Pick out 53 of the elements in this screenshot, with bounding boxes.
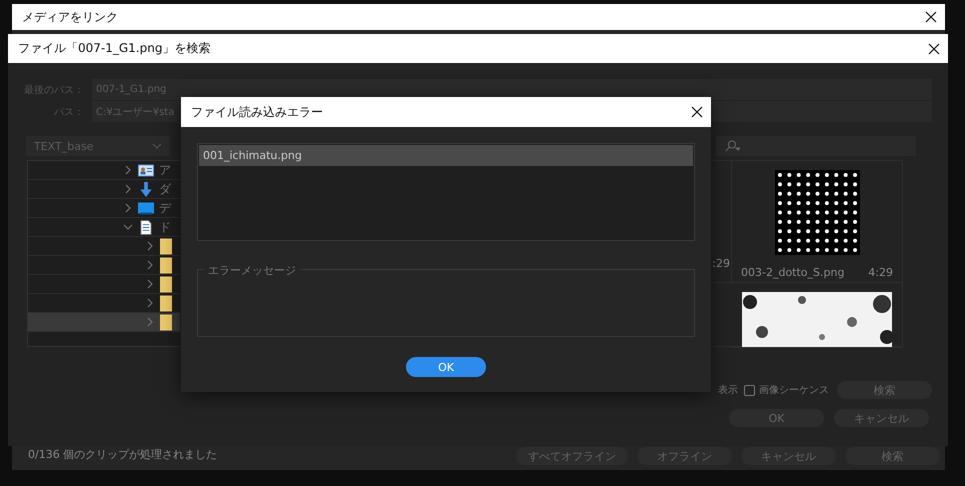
duration: 4:29 bbox=[868, 266, 893, 279]
dialog-button[interactable]: キャンセル bbox=[741, 447, 836, 465]
chevron-right-icon[interactable] bbox=[145, 260, 155, 270]
folder-icon bbox=[160, 238, 172, 254]
group-label: エラーメッセージ bbox=[204, 263, 300, 278]
status-text: 0/136 個のクリップが処理されました bbox=[28, 447, 218, 462]
dialog-title: ファイル読み込みエラー bbox=[191, 104, 324, 120]
tree-item[interactable]: ダ bbox=[28, 180, 180, 199]
checkbox[interactable] bbox=[744, 384, 755, 396]
folder-icon bbox=[160, 314, 172, 330]
dialog-button[interactable]: 検索 bbox=[845, 447, 940, 465]
file-name: 003-2_dotto_S.png bbox=[741, 266, 844, 279]
chevron-right-icon[interactable] bbox=[145, 279, 155, 289]
tree-item[interactable]: ド bbox=[28, 218, 180, 237]
folder-icon bbox=[160, 256, 172, 274]
dialog-button[interactable]: すべてオフライン bbox=[516, 447, 628, 465]
search-icon bbox=[724, 140, 740, 152]
download-arrow-icon bbox=[138, 182, 154, 196]
thumbnail-card[interactable]: 003-2_dotto_S.png 4:29 bbox=[732, 161, 903, 283]
chevron-down-icon[interactable] bbox=[123, 222, 133, 232]
chevron-right-icon[interactable] bbox=[145, 317, 155, 327]
chevron-right-icon[interactable] bbox=[123, 165, 133, 175]
folder-icon bbox=[160, 276, 172, 292]
tree-item[interactable] bbox=[28, 237, 180, 256]
contact-card-icon bbox=[138, 162, 154, 178]
chevron-right-icon[interactable] bbox=[145, 298, 155, 308]
checkbox-label: 表示 bbox=[718, 384, 738, 397]
file-list-item[interactable]: 001_ichimatu.png bbox=[199, 145, 693, 166]
dialog-button[interactable]: オフライン bbox=[637, 447, 732, 465]
duration: :29 bbox=[712, 257, 730, 270]
search-button[interactable]: 検索 bbox=[837, 381, 932, 399]
close-icon[interactable] bbox=[925, 11, 937, 23]
checkbox-label: 画像シーケンス bbox=[759, 384, 829, 397]
tree-item[interactable] bbox=[28, 275, 180, 294]
tree-item[interactable]: ア bbox=[28, 161, 180, 180]
close-icon[interactable] bbox=[928, 42, 940, 54]
window-title: ファイル「007-1_G1.png」を検索 bbox=[18, 40, 212, 57]
folder-icon bbox=[160, 294, 172, 312]
chevron-right-icon[interactable] bbox=[123, 203, 133, 213]
ok-button[interactable]: OK bbox=[406, 357, 486, 377]
cancel-button[interactable]: キャンセル bbox=[834, 409, 929, 427]
document-icon bbox=[138, 220, 154, 234]
tree-item[interactable] bbox=[28, 256, 180, 275]
ok-button[interactable]: OK bbox=[729, 409, 824, 427]
tree-item[interactable] bbox=[28, 313, 180, 332]
chevron-right-icon[interactable] bbox=[145, 241, 155, 251]
search-field[interactable] bbox=[716, 136, 916, 156]
close-icon[interactable] bbox=[691, 106, 703, 118]
chevron-right-icon[interactable] bbox=[123, 184, 133, 194]
caret-icon bbox=[152, 143, 162, 149]
window-title: メディアをリンク bbox=[22, 8, 119, 26]
tree-item[interactable]: デ bbox=[28, 199, 180, 218]
desktop-icon bbox=[138, 200, 154, 216]
